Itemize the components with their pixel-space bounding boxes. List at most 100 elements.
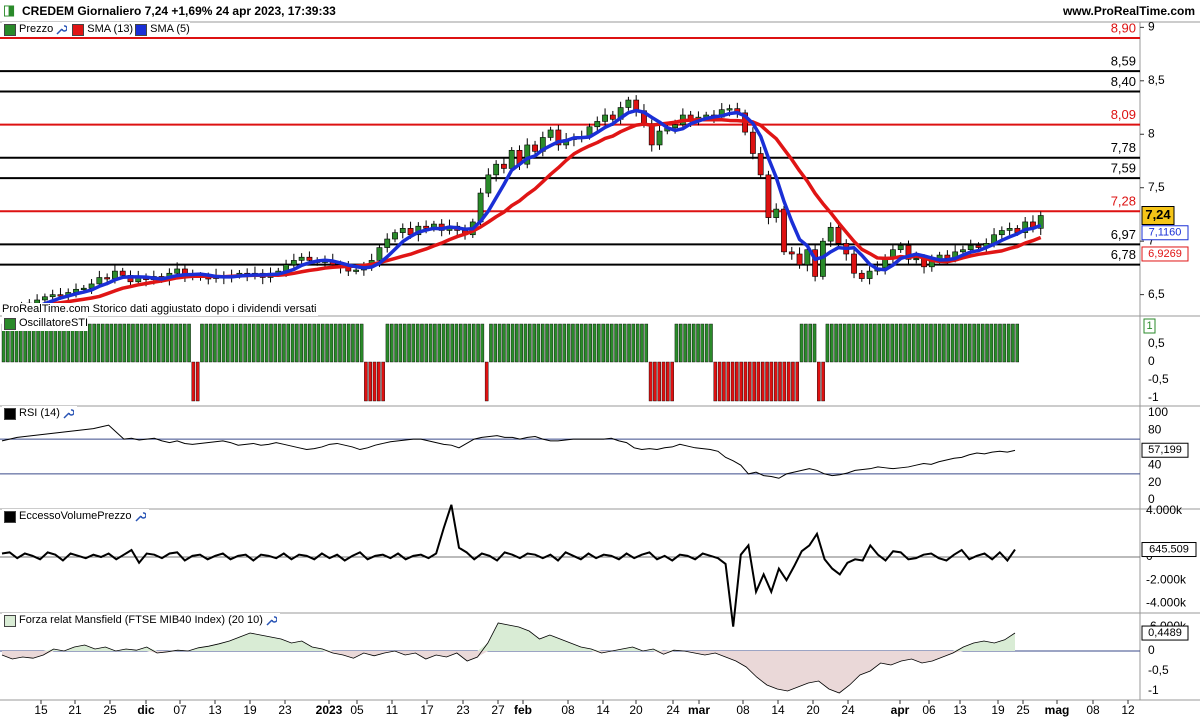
oscillator-axis-tick-label: 0,5: [1148, 336, 1165, 350]
oscillator-bar: [946, 323, 950, 363]
oscillator-bar: [916, 323, 920, 363]
oscillator-bar: [679, 323, 683, 363]
oscillator-bar: [290, 323, 295, 363]
oscillator-bar: [489, 323, 493, 363]
data-note: ProRealTime.com Storico dati aggiustato …: [2, 303, 319, 316]
oscillator-bar: [877, 323, 881, 363]
price-candle: [96, 277, 103, 285]
volume-value-label: 645.509: [1149, 543, 1189, 555]
oscillator-bar: [269, 323, 273, 363]
oscillator-bar: [191, 361, 196, 402]
oscillator-bar: [217, 323, 221, 363]
price-candle: [376, 247, 383, 261]
mansfield-axis-tick-label: -0,5: [1148, 663, 1169, 677]
oscillator-bar: [135, 323, 140, 363]
oscillator-bar: [553, 323, 558, 363]
price-level-label: 8,59: [1111, 54, 1136, 69]
oscillator-bar: [950, 323, 955, 363]
oscillator-bar: [1011, 323, 1015, 363]
oscillator-bar: [735, 361, 739, 402]
oscillator-axis-tick-label: 0: [1148, 354, 1155, 368]
gear-icon[interactable]: [4, 5, 15, 17]
oscillator-bar: [381, 361, 385, 402]
price-candle: [298, 256, 305, 261]
oscillator-bar: [200, 323, 204, 363]
volume-swatch: [4, 510, 16, 523]
oscillator-bar: [532, 323, 536, 363]
price-candle: [858, 272, 865, 279]
oscillator-bar: [670, 361, 674, 402]
oscillator-bar: [562, 323, 567, 363]
x-axis-tick-label: 24: [666, 703, 680, 717]
oscillator-bar: [493, 323, 498, 363]
oscillator-bar: [648, 361, 653, 402]
oscillator-bar: [631, 323, 636, 363]
oscillator-bar: [144, 323, 148, 363]
oscillator-bar: [415, 323, 420, 363]
x-axis-tick-label: 27: [491, 703, 505, 717]
mansfield-axis-tick-label: 0: [1148, 643, 1155, 657]
price-legend-label: Prezzo: [19, 23, 54, 35]
rsi-value-label: 57,199: [1148, 444, 1182, 456]
price-candle: [1006, 228, 1013, 231]
price-candle: [353, 269, 359, 272]
sma13-swatch: [72, 23, 85, 36]
oscillator-bar: [178, 323, 183, 363]
oscillator-bar: [239, 323, 243, 363]
price-candle: [796, 253, 803, 265]
oscillator-bar: [385, 323, 390, 363]
price-level-label: 6,78: [1111, 247, 1136, 262]
oscillator-bar: [830, 323, 834, 363]
price-level-label: 7,78: [1111, 140, 1136, 155]
oscillator-swatch: [4, 317, 16, 330]
oscillator-bar: [881, 323, 886, 363]
rsi-axis-tick-label: 100: [1148, 405, 1168, 419]
price-candle: [174, 268, 181, 274]
oscillator-bar: [411, 323, 416, 363]
oscillator-bar: [346, 323, 351, 363]
price-candle: [384, 238, 391, 248]
oscillator-bar: [709, 323, 713, 363]
x-axis-tick-label: 06: [922, 703, 936, 717]
x-axis-tick-label: 13: [208, 703, 222, 717]
oscillator-bar: [597, 323, 601, 363]
mansfield-negative-area: [2, 651, 1015, 693]
x-axis-tick-label: 17: [420, 703, 434, 717]
price-candle: [594, 121, 601, 128]
oscillator-bar: [1002, 323, 1007, 363]
rsi-legend: RSI (14): [2, 406, 77, 421]
price-level-label: 8,90: [1111, 20, 1136, 35]
wrench-icon[interactable]: [62, 408, 74, 420]
price-legend: Prezzo SMA (13) SMA (5): [2, 22, 190, 37]
oscillator-bar: [299, 323, 303, 363]
volume-title: EccessoVolumePrezzo: [19, 510, 132, 522]
oscillator-bar: [786, 361, 791, 402]
oscillator-bar: [303, 323, 308, 363]
oscillator-bar: [437, 323, 441, 363]
oscillator-bar: [187, 323, 191, 363]
oscillator-bar: [390, 323, 394, 363]
rsi-title: RSI (14): [19, 407, 60, 419]
rsi-axis-tick-label: 20: [1148, 475, 1162, 489]
x-axis-tick-label: 08: [561, 703, 575, 717]
oscillator-bar: [454, 323, 459, 363]
price-candle: [897, 245, 904, 251]
oscillator-bar: [88, 323, 92, 363]
oscillator-bar: [497, 323, 502, 363]
wrench-icon[interactable]: [265, 615, 277, 627]
oscillator-bar: [825, 323, 830, 363]
oscillator-bar: [1015, 323, 1020, 363]
oscillator-bar: [96, 323, 101, 363]
oscillator-bar: [795, 361, 800, 402]
price-candle: [41, 296, 48, 301]
x-axis-tick-label: 12: [1121, 703, 1135, 717]
oscillator-bar: [407, 323, 411, 363]
oscillator-bar: [644, 323, 649, 363]
oscillator-bar: [441, 323, 446, 363]
site-link[interactable]: www.ProRealTime.com: [1063, 0, 1195, 22]
oscillator-bar: [674, 323, 679, 363]
oscillator-bar: [152, 323, 157, 363]
wrench-icon[interactable]: [134, 511, 146, 523]
sma13-value-label: 6,9269: [1148, 248, 1182, 260]
wrench-icon[interactable]: [55, 24, 68, 36]
